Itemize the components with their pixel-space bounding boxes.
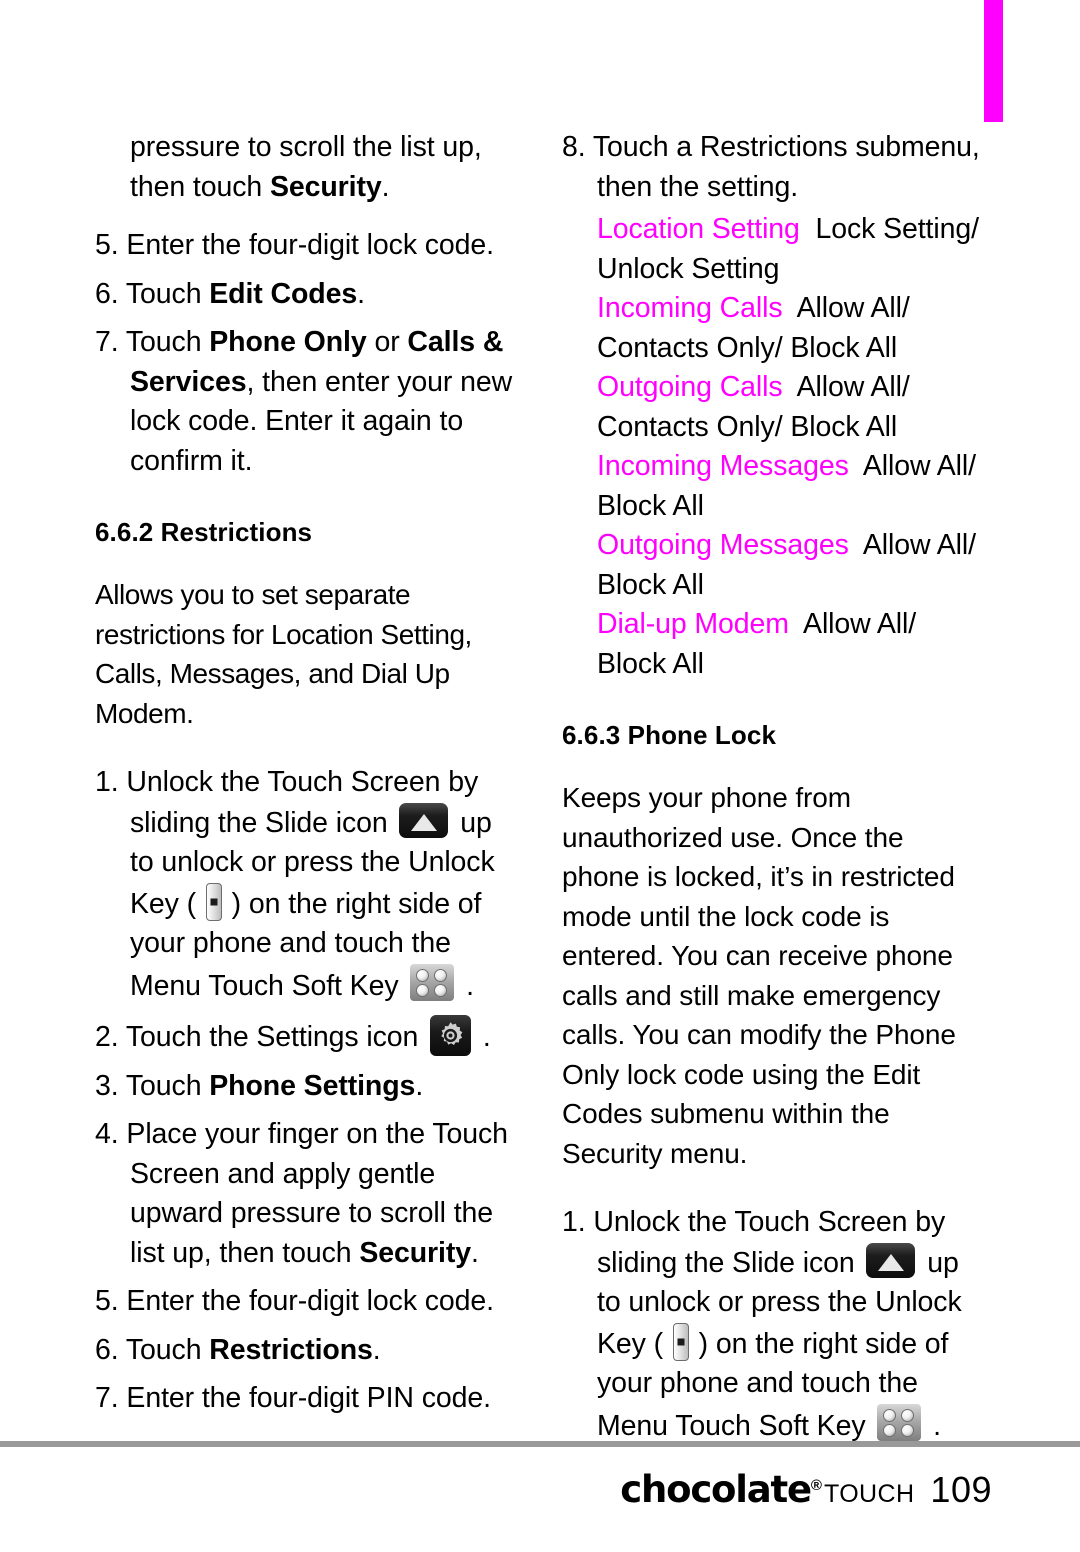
- restrictions-step-1: 1. Unlock the Touch Screen by sliding th…: [95, 763, 515, 1006]
- step-text-prefix: Touch: [125, 326, 210, 358]
- page-footer: chocolate®TOUCH 109: [0, 1468, 1080, 1511]
- step-text: Enter the four-digit lock code.: [126, 1285, 495, 1317]
- restrictions-step-5: 5. Enter the four-digit lock code.: [95, 1282, 515, 1322]
- menu-soft-key-icon: [410, 963, 455, 1001]
- step-number: 4.: [95, 1118, 119, 1150]
- restrictions-step-4: 4. Place your finger on the Touch Screen…: [95, 1115, 515, 1273]
- step-text-bold: Restrictions: [209, 1333, 373, 1366]
- restrictions-step-2: 2. Touch the Settings icon .: [95, 1015, 515, 1058]
- left-text-column: pressure to scroll the list up, then tou…: [95, 128, 515, 1428]
- restrictions-intro-paragraph: Allows you to set separate restrictions …: [95, 579, 472, 729]
- step-text-part2: .: [475, 1021, 491, 1053]
- step-6-edit-codes: 6. Touch Edit Codes.: [95, 275, 515, 315]
- step-text-bold: Edit Codes: [209, 277, 358, 310]
- slide-icon: [866, 1242, 916, 1278]
- registered-trademark-icon: ®: [810, 1477, 822, 1494]
- restriction-row-outgoing-calls: Outgoing Calls Allow All/ Contacts Only/…: [562, 368, 982, 447]
- step-5-edit-codes: 5. Enter the four-digit lock code.: [95, 226, 515, 266]
- step-text-mid: or: [366, 326, 408, 358]
- restrictions-step-8: 8. Touch a Restrictions submenu, then th…: [562, 128, 982, 207]
- step-text: Touch a Restrictions submenu, then the s…: [592, 131, 980, 203]
- restriction-label: Outgoing Calls: [597, 371, 783, 403]
- restriction-row-dial-up-modem: Dial-up Modem Allow All/ Block All: [562, 605, 982, 684]
- restriction-label: Location Setting: [597, 213, 800, 245]
- restrictions-step-6: 6. Touch Restrictions.: [95, 1331, 515, 1371]
- step-text: Enter the four-digit PIN code.: [126, 1382, 491, 1414]
- step-number: 2.: [95, 1021, 119, 1053]
- brand-logo-touch: TOUCH: [823, 1480, 915, 1508]
- heading-6-6-2-restrictions: 6.6.2 Restrictions: [95, 517, 313, 547]
- right-text-column: 8. Touch a Restrictions submenu, then th…: [562, 128, 982, 1455]
- step-text-bold-phone-only: Phone Only: [209, 326, 367, 358]
- step-text-part4: .: [458, 969, 474, 1002]
- phone-lock-step-1: 1. Unlock the Touch Screen by sliding th…: [562, 1203, 982, 1446]
- step-text-part1: Touch the Settings icon: [125, 1021, 427, 1053]
- step-text: Enter the four-digit lock code.: [126, 229, 495, 261]
- carryover-line2-prefix: then touch: [130, 170, 270, 203]
- restrictions-step-3: 3. Touch Phone Settings.: [95, 1067, 515, 1107]
- restriction-label: Outgoing Messages: [597, 529, 849, 561]
- step-number: 7.: [95, 1382, 119, 1414]
- step-text-suffix: .: [470, 1236, 479, 1269]
- step-text-bold: Phone Settings: [209, 1069, 416, 1102]
- step-text-bold: Security: [359, 1236, 471, 1269]
- step-number: 6.: [95, 1333, 119, 1366]
- manual-page: pressure to scroll the list up, then tou…: [0, 0, 1080, 1552]
- step-number: 3.: [95, 1069, 119, 1102]
- heading-6-6-3-phone-lock: 6.6.3 Phone Lock: [562, 720, 777, 750]
- step-text-prefix: Touch: [125, 1069, 210, 1102]
- unlock-key-icon: [672, 1322, 689, 1361]
- carryover-line2-suffix: .: [381, 170, 390, 203]
- page-number: 109: [930, 1469, 992, 1510]
- section-tab-marker: [984, 0, 1003, 122]
- settings-gear-icon: [430, 1015, 472, 1056]
- restriction-row-location-setting: Location Setting Lock Setting/ Unlock Se…: [562, 210, 982, 289]
- step-number: 1.: [95, 766, 119, 798]
- restriction-label: Dial-up Modem: [597, 608, 789, 640]
- step-number: 7.: [95, 326, 119, 358]
- restrictions-step-7: 7. Enter the four-digit PIN code.: [95, 1379, 515, 1419]
- step-number: 5.: [95, 1285, 119, 1317]
- step-text-suffix: .: [357, 277, 365, 310]
- carryover-line1: pressure to scroll the list up,: [130, 131, 482, 163]
- step-number: 5.: [95, 229, 119, 261]
- step-7-edit-codes: 7. Touch Phone Only or Calls & Services,…: [95, 323, 515, 481]
- restriction-label: Incoming Messages: [597, 450, 849, 482]
- step-text-part4: .: [925, 1409, 941, 1442]
- brand-logo-chocolate: chocolate: [620, 1468, 812, 1511]
- unlock-key-icon: [205, 882, 222, 921]
- carryover-step-text: pressure to scroll the list up, then tou…: [95, 128, 515, 207]
- restriction-row-incoming-messages: Incoming Messages Allow All/ Block All: [562, 447, 982, 526]
- restriction-label: Incoming Calls: [597, 292, 783, 324]
- menu-soft-key-icon: [877, 1403, 922, 1441]
- step-number: 1.: [562, 1206, 586, 1238]
- step-text-prefix: Touch: [125, 277, 210, 310]
- slide-icon: [399, 802, 449, 838]
- step-number: 6.: [95, 277, 119, 310]
- step-text-suffix: .: [372, 1333, 381, 1366]
- step-text-prefix: Touch: [125, 1333, 210, 1366]
- step-text-suffix: .: [415, 1069, 424, 1102]
- restriction-row-outgoing-messages: Outgoing Messages Allow All/ Block All: [562, 526, 982, 605]
- restriction-row-incoming-calls: Incoming Calls Allow All/ Contacts Only/…: [562, 289, 982, 368]
- phone-lock-intro-paragraph: Keeps your phone from unauthorized use. …: [562, 782, 956, 1169]
- step-number: 8.: [562, 131, 586, 163]
- footer-divider: [0, 1441, 1080, 1447]
- carryover-line2-bold: Security: [269, 170, 382, 203]
